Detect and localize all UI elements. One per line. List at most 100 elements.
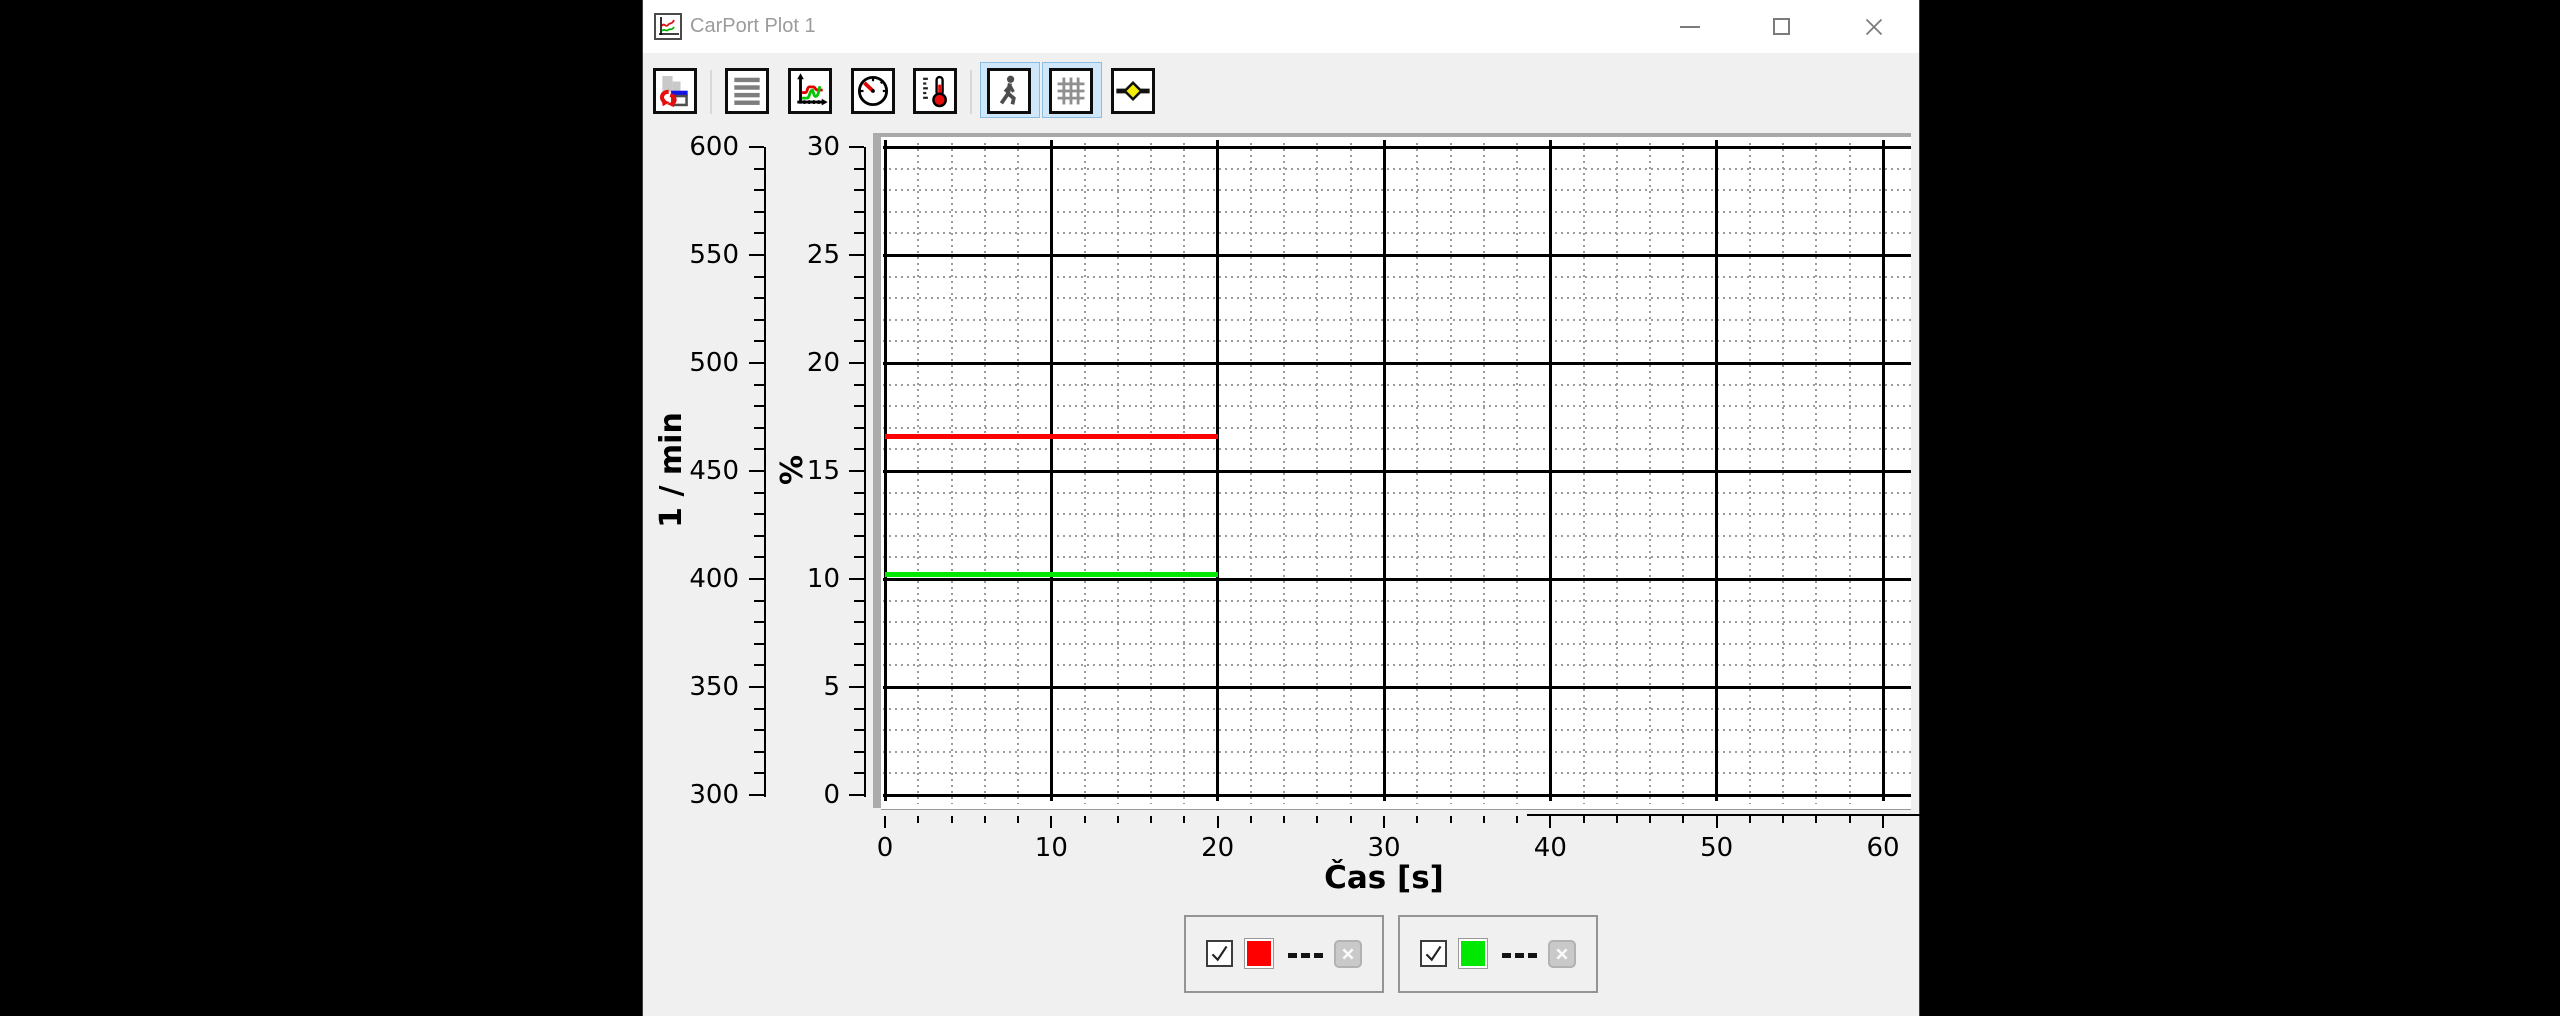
y-axis-tick-label: 600: [659, 132, 739, 162]
gridline-minor-horizontal: [883, 535, 1911, 537]
gridline-minor-vertical: [1483, 143, 1485, 804]
x-axis-title: Čas [s]: [1234, 860, 1534, 896]
y-axis-tick: [754, 189, 764, 191]
y-axis-tick: [754, 556, 764, 558]
gridline-minor-vertical: [984, 143, 986, 804]
y-axis-tick: [849, 470, 864, 472]
x-axis-tick: [1450, 816, 1452, 823]
gridline-minor-horizontal: [883, 276, 1911, 278]
x-axis-tick: [1849, 816, 1851, 823]
x-axis-tick-label: 60: [1843, 833, 1923, 863]
gridline-major-horizontal: [883, 470, 1911, 473]
checkmark-icon: [1422, 942, 1445, 965]
y-axis-tick: [854, 189, 864, 191]
y-axis-tick: [854, 427, 864, 429]
y-axis-tick: [754, 211, 764, 213]
y-axis-tick: [849, 578, 864, 580]
plot-cursor-bar[interactable]: [873, 133, 881, 808]
gridline-minor-vertical: [1117, 143, 1119, 804]
y-axis-tick: [754, 427, 764, 429]
gridline-minor-vertical: [1183, 143, 1185, 804]
legend-visibility-checkbox[interactable]: [1206, 940, 1233, 967]
legend-color-swatch[interactable]: [1458, 938, 1488, 969]
x-axis-tick: [1150, 816, 1152, 823]
chart-area: 6005505004504003503001 / min302520151050…: [643, 0, 1919, 1016]
x-axis-tick: [1050, 816, 1052, 828]
y-axis-tick-label: 550: [659, 240, 739, 270]
y-axis-tick: [854, 621, 864, 623]
y-axis-tick: [854, 729, 864, 731]
y-axis-tick: [854, 513, 864, 515]
dash: [1502, 953, 1511, 958]
gridline-minor-horizontal: [883, 189, 1911, 191]
legend-line-style: [1288, 953, 1323, 958]
gridline-minor-horizontal: [883, 513, 1911, 515]
x-axis-tick: [1217, 816, 1219, 828]
gridline-major-horizontal: [883, 146, 1911, 149]
gridline-minor-vertical: [1782, 143, 1784, 804]
y-axis-tick: [854, 600, 864, 602]
gridline-minor-horizontal: [883, 232, 1911, 234]
x-axis-tick: [1882, 816, 1884, 828]
gridline-minor-vertical: [917, 143, 919, 804]
x-axis-tick: [1350, 816, 1352, 823]
x-axis-tick: [917, 816, 919, 823]
legend-remove-button[interactable]: [1334, 940, 1362, 968]
y-axis-tick: [754, 751, 764, 753]
gridline-minor-horizontal: [883, 340, 1911, 342]
gridline-minor-vertical: [1516, 143, 1518, 804]
y-axis-tick: [754, 319, 764, 321]
y-axis-tick-label: 400: [659, 564, 739, 594]
y-axis-tick: [854, 384, 864, 386]
y-axis-tick: [854, 319, 864, 321]
y-axis-tick-label: 30: [760, 132, 840, 162]
x-axis-tick: [1716, 816, 1718, 828]
x-axis-tick: [1682, 816, 1684, 823]
x-axis-tick: [1649, 816, 1651, 823]
gridline-minor-vertical: [1350, 143, 1352, 804]
red-series-line[interactable]: [885, 434, 1218, 439]
legend-visibility-checkbox[interactable]: [1420, 940, 1447, 967]
x-axis-tick-label: 10: [1011, 833, 1091, 863]
y-axis-tick: [854, 556, 864, 558]
y-axis-tick: [754, 168, 764, 170]
gridline-minor-horizontal: [883, 772, 1911, 774]
gridline-minor-horizontal: [883, 211, 1911, 213]
gridline-minor-horizontal: [883, 448, 1911, 450]
y-axis-tick: [854, 168, 864, 170]
gridline-minor-vertical: [1815, 143, 1817, 804]
dash: [1314, 953, 1323, 958]
gridline-minor-horizontal: [883, 729, 1911, 731]
gridline-minor-vertical: [951, 143, 953, 804]
y-axis-tick: [854, 297, 864, 299]
y-axis-tick-label: 25: [760, 240, 840, 270]
y-axis-tick: [754, 232, 764, 234]
legend-line-style: [1502, 953, 1537, 958]
y-axis-tick: [854, 535, 864, 537]
y-axis-tick: [754, 708, 764, 710]
y-axis-tick: [754, 643, 764, 645]
y-axis-tick: [849, 362, 864, 364]
x-axis-tick: [1383, 816, 1385, 828]
y-axis-tick: [854, 751, 864, 753]
x-axis-tick: [984, 816, 986, 823]
y-axis-tick: [854, 276, 864, 278]
legend-color-swatch[interactable]: [1244, 938, 1274, 969]
y-axis-tick: [854, 232, 864, 234]
gridline-minor-vertical: [1682, 143, 1684, 804]
y-axis-tick: [754, 535, 764, 537]
x-axis-tick: [1815, 816, 1817, 823]
x-axis-tick-label: 0: [845, 833, 925, 863]
gridline-major-horizontal: [883, 686, 1911, 689]
green-series-line[interactable]: [885, 572, 1218, 577]
y-axis-tick: [754, 492, 764, 494]
legend-remove-button[interactable]: [1548, 940, 1576, 968]
gridline-minor-vertical: [1283, 143, 1285, 804]
y-axis-2-line: [864, 147, 866, 797]
y-axis-tick-label: 0: [760, 780, 840, 810]
y-axis-tick: [754, 621, 764, 623]
y-axis-tick: [754, 384, 764, 386]
y-axis-tick: [854, 211, 864, 213]
y-axis-tick: [849, 146, 864, 148]
gridline-minor-horizontal: [883, 751, 1911, 753]
